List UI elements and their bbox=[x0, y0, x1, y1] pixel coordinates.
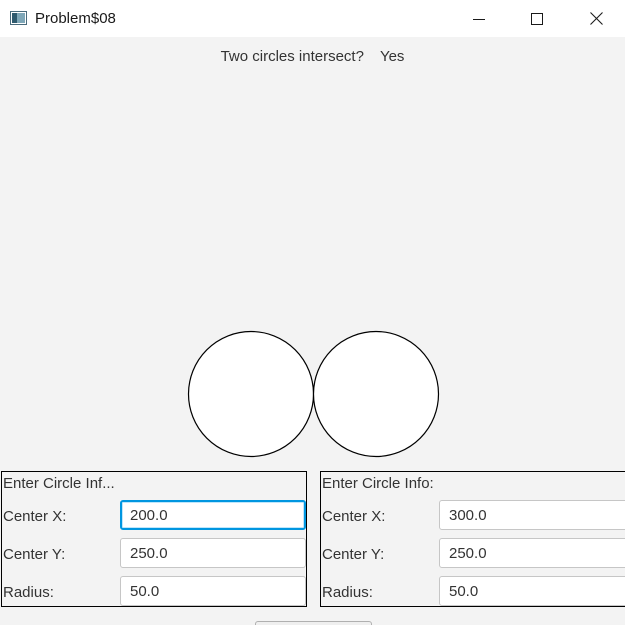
redraw-button[interactable] bbox=[255, 621, 372, 625]
circle-1-panel: Enter Circle Inf... Center X: Center Y: … bbox=[1, 471, 307, 607]
circle-1 bbox=[187, 330, 315, 458]
close-button[interactable] bbox=[567, 0, 625, 37]
circle-2-center-y-label: Center Y: bbox=[322, 546, 385, 563]
circle-2 bbox=[312, 330, 440, 458]
circle-canvas bbox=[187, 330, 440, 458]
maximize-icon bbox=[531, 12, 543, 25]
app-window: Problem$08 Two circles intersect? Yes En… bbox=[0, 0, 625, 625]
circle-1-radius-input[interactable] bbox=[120, 576, 306, 606]
circle-2-panel: Enter Circle Info: Center X: Center Y: R… bbox=[320, 471, 625, 607]
title-bar[interactable]: Problem$08 bbox=[0, 0, 625, 37]
circle-1-panel-title: Enter Circle Inf... bbox=[3, 475, 115, 492]
circle-2-center-y-input[interactable] bbox=[439, 538, 625, 568]
application-window-icon bbox=[10, 11, 27, 25]
circle-2-radius-input[interactable] bbox=[439, 576, 625, 606]
close-icon bbox=[589, 12, 603, 25]
minimize-icon bbox=[473, 13, 485, 25]
circle-1-radius-label: Radius: bbox=[3, 584, 54, 601]
circle-2-panel-title: Enter Circle Info: bbox=[322, 475, 434, 492]
circle-1-center-x-label: Center X: bbox=[3, 508, 67, 525]
minimize-button[interactable] bbox=[450, 0, 508, 37]
circle-1-center-y-input[interactable] bbox=[120, 538, 306, 568]
circle-2-center-x-input[interactable] bbox=[439, 500, 625, 530]
circle-1-center-y-label: Center Y: bbox=[3, 546, 66, 563]
circle-1-center-x-input[interactable] bbox=[120, 500, 306, 530]
circle-2-radius-label: Radius: bbox=[322, 584, 373, 601]
circle-2-center-x-label: Center X: bbox=[322, 508, 386, 525]
maximize-button[interactable] bbox=[508, 0, 566, 37]
window-title: Problem$08 bbox=[35, 10, 116, 27]
